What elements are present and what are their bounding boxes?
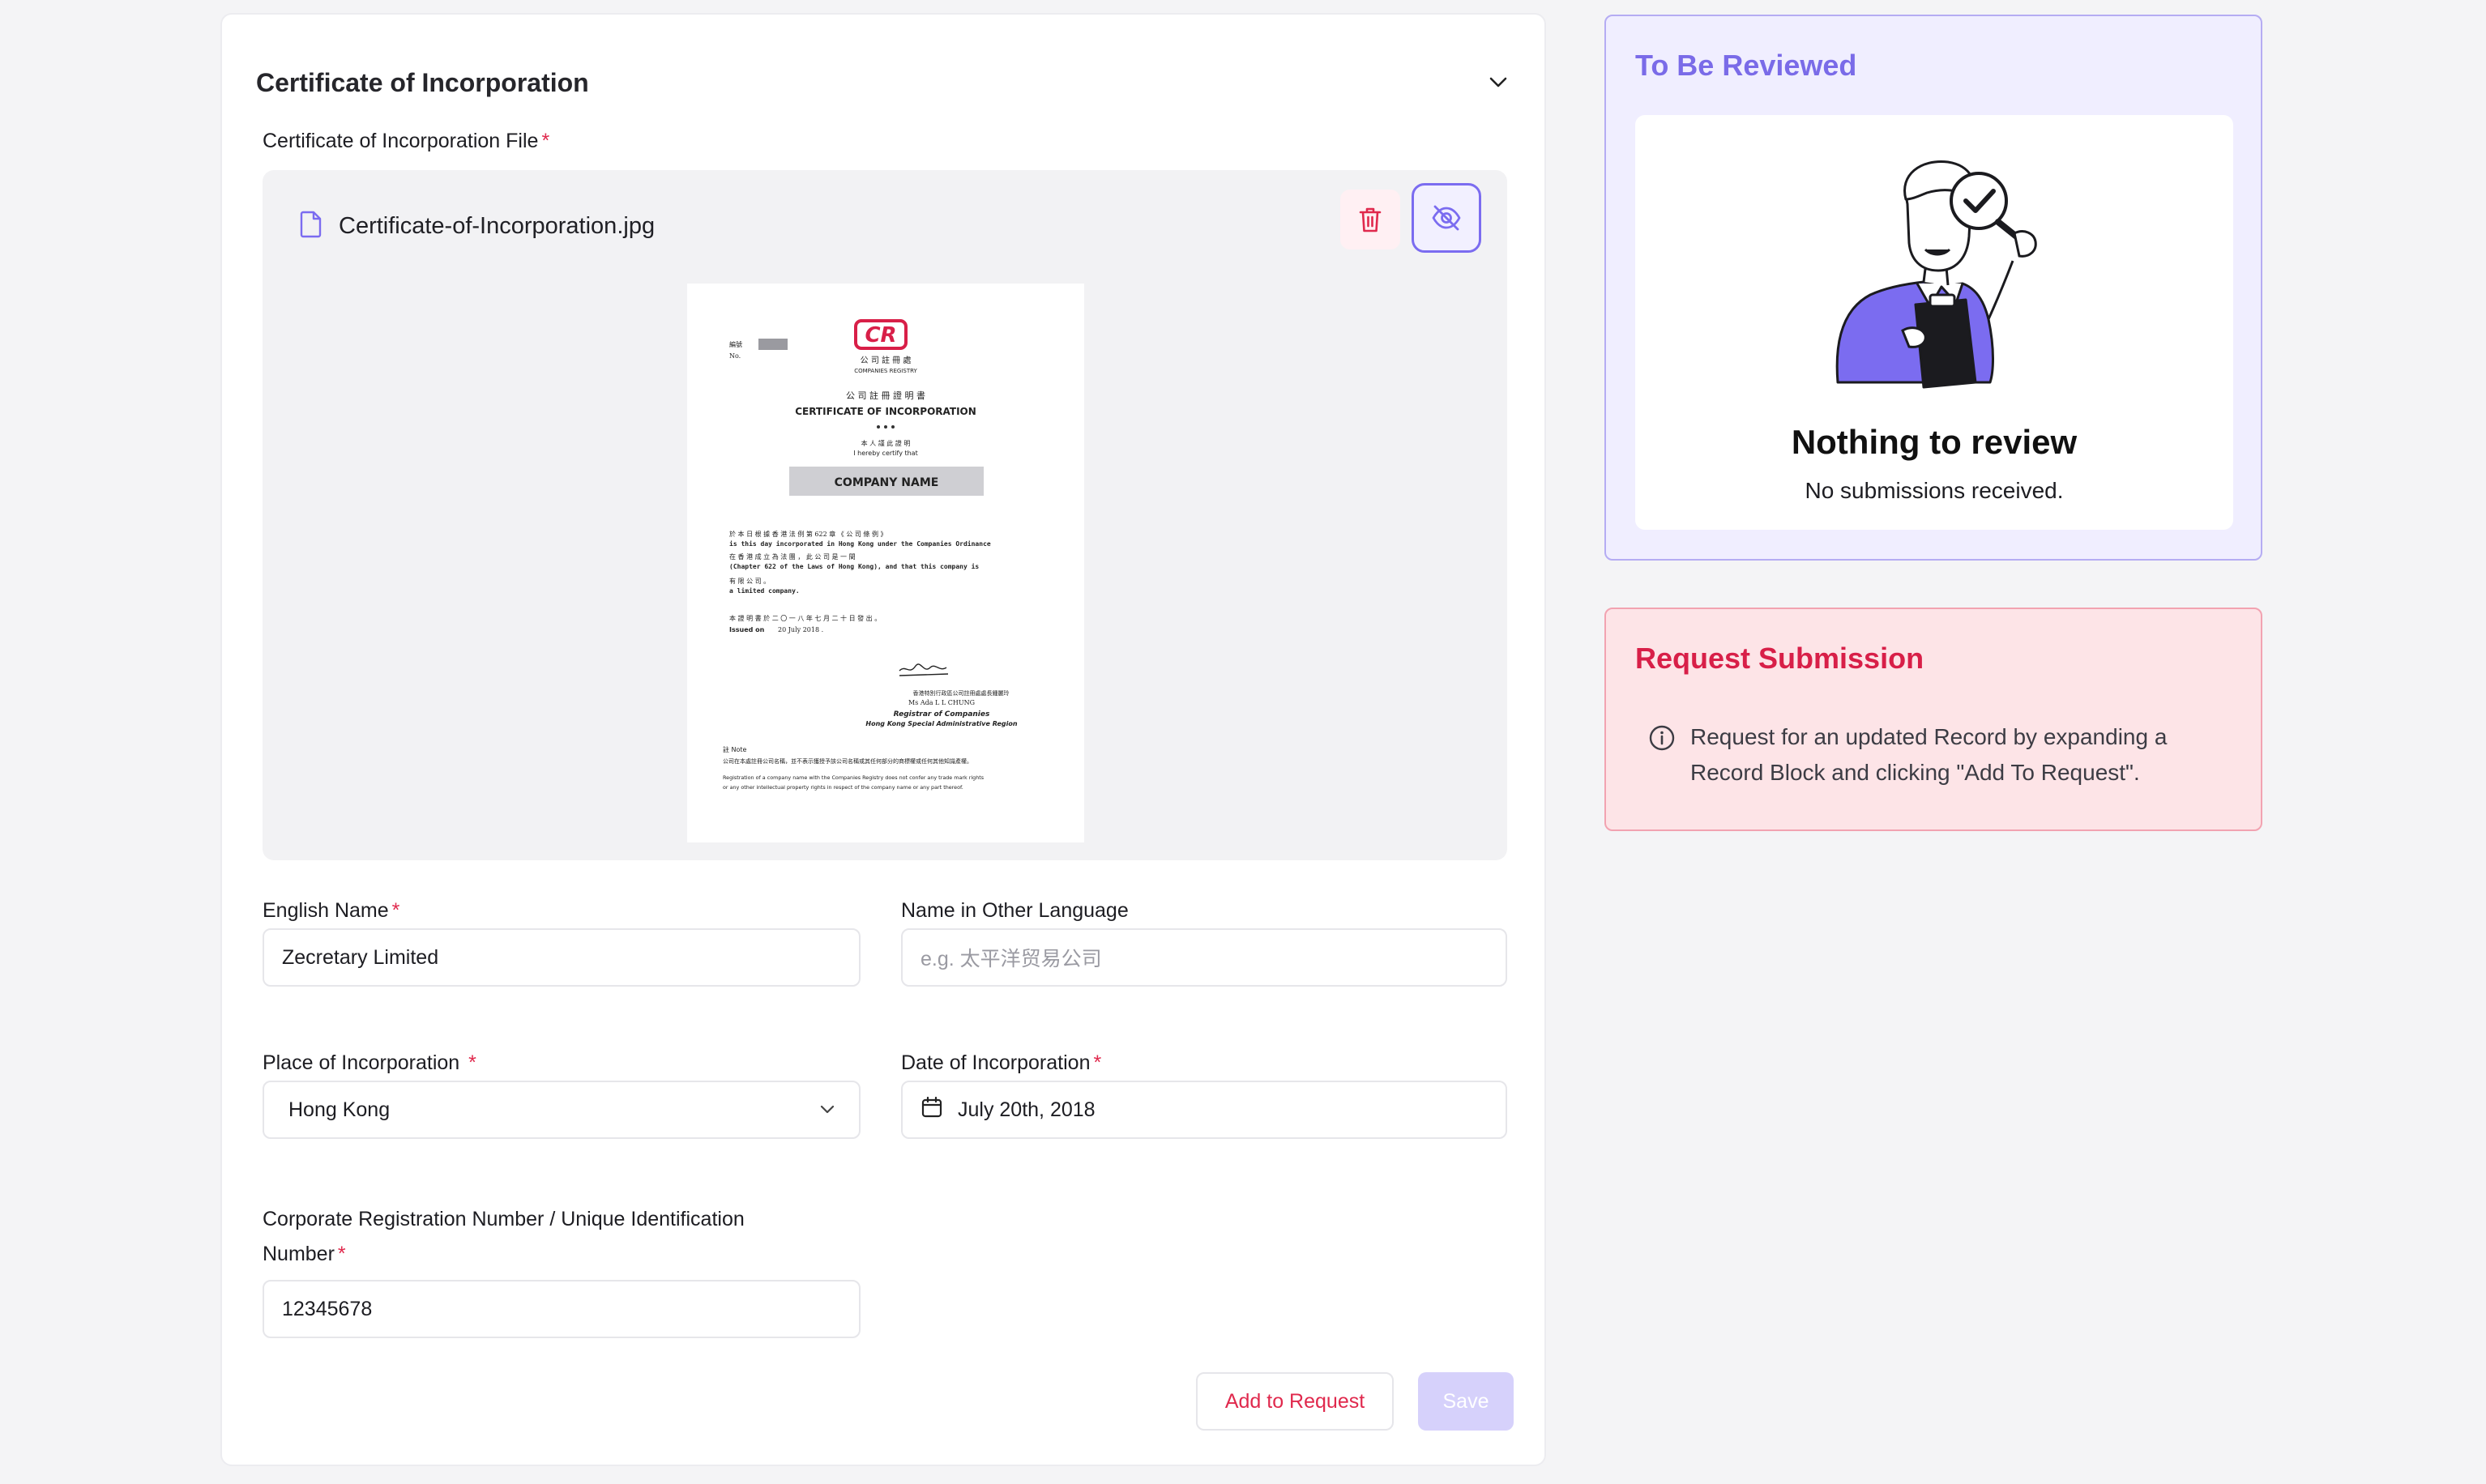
doc-note-en2: or any other intellectual property right… <box>723 784 963 791</box>
review-empty-state: Nothing to review No submissions receive… <box>1635 115 2233 530</box>
add-to-request-button[interactable]: Add to Request <box>1196 1372 1394 1431</box>
empty-title: Nothing to review <box>1791 423 2078 461</box>
delete-file-button[interactable] <box>1340 190 1400 249</box>
to-be-reviewed-panel: To Be Reviewed Nothing to review No subm… <box>1604 15 2262 561</box>
file-row: Certificate-of-Incorporation.jpg <box>300 211 655 242</box>
certificate-image: 編號 No. CR 公 司 註 冊 處 COMPANIES REGISTRY 公… <box>687 284 1084 842</box>
other-language-input[interactable]: e.g. 太平洋贸易公司 <box>901 928 1507 987</box>
request-text: Request for an updated Record by expandi… <box>1690 724 2168 785</box>
doc-issued-en: Issued on <box>729 626 765 633</box>
chevron-down-icon <box>818 1100 836 1124</box>
cr-logo-text: CR <box>865 323 896 348</box>
doc-cert-cn: 公 司 註 冊 證 明 書 <box>846 390 925 401</box>
doc-company-name: COMPANY NAME <box>835 476 939 489</box>
doc-registry-en: COMPANIES REGISTRY <box>854 368 917 374</box>
doc-registry-cn: 公 司 註 冊 處 <box>861 355 912 365</box>
doc-note-cn: 公司在本處註冊公司名稱，並不表示獲授予該公司名稱或其任何部分的商標權或任何其他知… <box>723 757 972 765</box>
eye-off-icon <box>1432 205 1461 231</box>
file-name: Certificate-of-Incorporation.jpg <box>339 213 656 239</box>
trash-icon <box>1359 207 1382 232</box>
place-label: Place of Incorporation * <box>263 1051 476 1074</box>
chevron-down-icon[interactable] <box>1486 70 1510 95</box>
doc-line3-en: a limited company. <box>729 586 800 595</box>
doc-line2-cn: 在 香 港 成 立 為 法 團 ， 此 公 司 是 一 間 <box>729 552 856 561</box>
reviewer-illustration-icon <box>1835 160 2037 389</box>
doc-certify-en: I hereby certify that <box>853 450 917 457</box>
doc-note-label: 註 Note <box>723 745 747 753</box>
crn-input[interactable]: 12345678 <box>263 1280 861 1338</box>
date-picker[interactable]: July 20th, 2018 <box>901 1081 1507 1139</box>
request-title: Request Submission <box>1635 642 1924 675</box>
doc-line2-en: (Chapter 622 of the Laws of Hong Kong), … <box>729 562 979 570</box>
date-label: Date of Incorporation * <box>901 1051 1102 1074</box>
calendar-icon <box>921 1096 943 1124</box>
english-name-label: English Name * <box>263 899 400 922</box>
other-language-label: Name in Other Language <box>901 899 1129 922</box>
review-title: To Be Reviewed <box>1635 49 1857 82</box>
card-title: Certificate of Incorporation <box>256 67 589 97</box>
doc-signatory-title: Registrar of Companies <box>894 710 990 719</box>
signature <box>899 663 949 676</box>
doc-signatory-cn: 香港特別行政區公司註冊處處長鍾麗玲 <box>913 689 1010 697</box>
doc-issued-cn: 本 證 明 書 於 二 〇 一 八 年 七 月 二 十 日 發 出 。 <box>729 614 881 622</box>
file-label: Certificate of Incorporation File * <box>263 130 550 152</box>
request-submission-panel: Request Submission Request for an update… <box>1604 608 2262 831</box>
doc-signatory: Ms Ada L L CHUNG <box>908 699 975 706</box>
doc-issued-date: 20 July 2018 . <box>778 626 823 633</box>
save-button[interactable]: Save <box>1418 1372 1514 1431</box>
doc-cert-en: CERTIFICATE OF INCORPORATION <box>795 406 976 417</box>
crn-label: Corporate Registration Number / Unique I… <box>263 1208 745 1265</box>
doc-no-label-en: No. <box>729 352 741 360</box>
doc-note-en1: Registration of a company name with the … <box>723 774 985 781</box>
info-icon <box>1648 724 1676 791</box>
certificate-card: Certificate of Incorporation Certificate… <box>220 13 1546 1466</box>
doc-number-redacted <box>758 339 788 350</box>
doc-line3-cn: 有 限 公 司 。 <box>729 577 770 585</box>
doc-line1-en: is this day incorporated in Hong Kong un… <box>729 539 991 548</box>
file-preview-box: Certificate-of-Incorporation.jpg 編號 No. … <box>263 170 1507 860</box>
required-mark: * <box>541 130 550 152</box>
doc-certify-cn: 本 人 謹 此 證 明 <box>861 439 911 447</box>
request-info: Request for an updated Record by expandi… <box>1648 719 2225 791</box>
doc-line1-cn: 於 本 日 根 據 香 港 法 例 第 622 章 《 公 司 條 例 》 <box>729 530 887 538</box>
file-icon <box>300 211 322 242</box>
place-select[interactable]: Hong Kong <box>263 1081 861 1139</box>
english-name-input[interactable]: Zecretary Limited <box>263 928 861 987</box>
empty-subtitle: No submissions received. <box>1805 478 2064 503</box>
doc-no-label: 編號 <box>729 340 742 348</box>
doc-signatory-region: Hong Kong Special Administrative Region <box>865 720 1017 727</box>
toggle-preview-button[interactable] <box>1412 183 1481 253</box>
card-header[interactable]: Certificate of Incorporation <box>256 63 1510 102</box>
